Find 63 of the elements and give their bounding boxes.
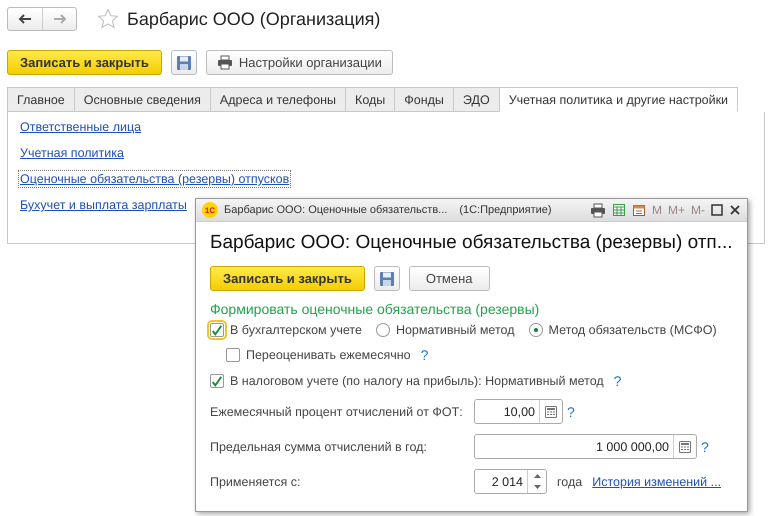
history-link[interactable]: История изменений ... — [592, 474, 722, 488]
link[interactable]: Оценочные обязательства (резервы) отпусков — [18, 170, 292, 188]
number-field[interactable]: 2 014 — [474, 469, 547, 494]
printer-icon[interactable] — [590, 202, 606, 218]
help-link[interactable]: ? — [567, 404, 575, 420]
tab[interactable]: Адреса и телефоны — [210, 87, 346, 112]
checkbox-label: В бухгалтерском учете — [230, 323, 362, 337]
spin-down-icon[interactable] — [534, 485, 540, 490]
field-label: Предельная сумма отчислений в год: — [210, 440, 428, 454]
calendar-icon[interactable] — [632, 203, 646, 217]
printer-icon — [216, 55, 233, 70]
link[interactable]: Бухучет и выплата зарплаты — [18, 196, 189, 214]
field-label: Ежемесячный процент отчислений от ФОТ: — [210, 404, 464, 418]
close-icon[interactable] — [729, 204, 741, 216]
left-arrow-icon — [18, 14, 32, 24]
radio-label: Нормативный метод — [396, 323, 515, 337]
number-field[interactable]: 1 000 000,00 — [474, 434, 697, 459]
checkbox-label: В налоговом учете (по налогу на прибыль): Нормативный метод — [230, 374, 604, 388]
field-value: 2 014 — [490, 474, 524, 490]
cancel-button[interactable]: Отмена — [408, 266, 490, 291]
checkbox[interactable] — [210, 374, 224, 388]
save-button[interactable] — [170, 50, 197, 75]
maximize-icon[interactable] — [711, 204, 723, 216]
dialog-title: Барбарис ООО: Оценочные обязательств... — [224, 204, 448, 216]
help-link[interactable]: ? — [420, 347, 428, 363]
tab[interactable]: Коды — [345, 87, 394, 112]
unit-label: года — [557, 474, 582, 488]
tab[interactable]: ЭДО — [452, 87, 499, 112]
tab[interactable]: Главное — [7, 87, 74, 112]
checkbox-label: Переоценивать ежемесячно — [246, 348, 411, 362]
window-title: Барбарис ООО (Организация) — [127, 8, 380, 30]
radio-button[interactable] — [376, 323, 390, 337]
link[interactable]: Ответственные лица — [18, 118, 144, 136]
radio-label: Метод обязательств (МСФО) — [548, 323, 717, 337]
spin-up-icon[interactable] — [534, 474, 540, 478]
number-field[interactable]: 10,00 — [474, 399, 563, 424]
calculator-icon[interactable] — [544, 404, 558, 418]
favorite-star-icon[interactable] — [97, 8, 119, 30]
save-button[interactable] — [374, 266, 400, 291]
app-logo: 1С — [202, 202, 218, 218]
help-link[interactable]: ? — [701, 438, 709, 454]
field-value: 10,00 — [502, 404, 536, 420]
settings-button[interactable]: Настройки организации — [206, 50, 393, 75]
field-value: 1 000 000,00 — [595, 438, 670, 456]
help-link[interactable]: ? — [614, 373, 622, 389]
calculator-icon[interactable] — [612, 203, 626, 217]
right-arrow-icon — [52, 14, 66, 24]
app-name: (1С:Предприятие) — [459, 204, 552, 216]
save-and-close-button[interactable]: Записать и закрыть — [7, 50, 162, 75]
save-and-close-button[interactable]: Записать и закрыть — [210, 266, 365, 291]
checkmark-icon — [211, 324, 223, 336]
tab[interactable]: Фонды — [394, 87, 453, 112]
form-heading: Барбарис ООО: Оценочные обязательства (резервы) отп... — [210, 232, 733, 254]
checkmark-icon — [211, 374, 223, 388]
tab[interactable]: Учетная политика и другие настройки — [498, 87, 738, 112]
link[interactable]: Учетная политика — [18, 144, 126, 162]
checkbox[interactable] — [210, 323, 224, 337]
section-title: Формировать оценочные обязательства (резервы) — [210, 301, 540, 317]
radio-button[interactable] — [528, 323, 543, 337]
tab[interactable]: Основные сведения — [74, 87, 210, 112]
checkbox[interactable] — [226, 348, 240, 362]
calculator-icon[interactable] — [678, 440, 692, 454]
field-label: Применяется с: — [210, 474, 302, 488]
